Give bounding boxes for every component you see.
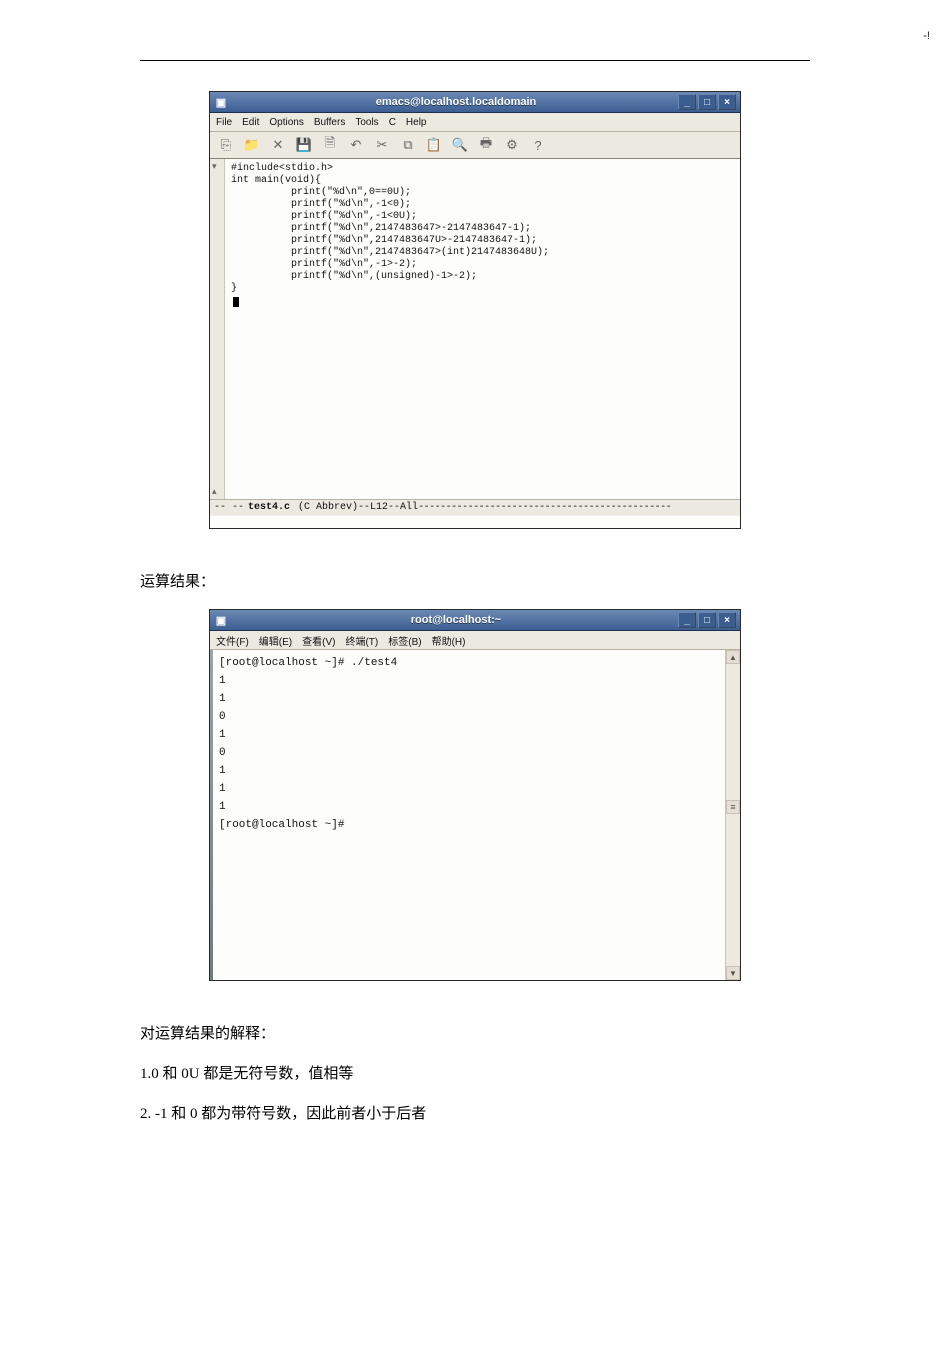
close-button[interactable]: × xyxy=(718,612,736,628)
maximize-button[interactable]: □ xyxy=(698,612,716,628)
floppy-icon[interactable]: 💾 xyxy=(296,137,312,153)
gutter: ▾ ▴ xyxy=(210,159,225,499)
modeline-status: (C Abbrev)--L12--All xyxy=(298,502,418,513)
scroll-thumb[interactable]: ≡ xyxy=(726,800,740,814)
undo-icon[interactable]: ↶ xyxy=(348,137,364,153)
file-open-icon[interactable]: ⎘ xyxy=(218,137,234,153)
terminal-line: 1 xyxy=(219,783,226,795)
menu-terminal[interactable]: 终端(T) xyxy=(345,633,378,648)
code-line: #include<stdio.h> xyxy=(231,163,333,174)
terminal-line: 1 xyxy=(219,765,226,777)
emacs-menubar: File Edit Options Buffers Tools C Help xyxy=(210,113,740,132)
code-buffer[interactable]: #include<stdio.h> int main(void){ print(… xyxy=(225,159,740,499)
close-x-icon[interactable]: ✕ xyxy=(270,137,286,153)
modeline-prefix: -- -- xyxy=(214,502,244,513)
menu-buffers[interactable]: Buffers xyxy=(314,117,346,128)
code-line: printf("%d\n",-1<0); xyxy=(231,199,411,210)
search-icon[interactable]: 🔍 xyxy=(452,137,468,153)
terminal-titlebar[interactable]: ▣ root@localhost:~ _ □ × xyxy=(210,610,740,631)
terminal-scrollbar[interactable]: ▲ ≡ ▼ xyxy=(725,650,740,980)
terminal-menubar: 文件(F) 编辑(E) 查看(V) 终端(T) 标签(B) 帮助(H) xyxy=(210,631,740,650)
code-line: int main(void){ xyxy=(231,175,321,186)
menu-edit[interactable]: Edit xyxy=(242,117,259,128)
emacs-title-text: emacs@localhost.localdomain xyxy=(234,96,678,108)
terminal-line: 1 xyxy=(219,675,226,687)
code-line: printf("%d\n",-1<0U); xyxy=(231,211,417,222)
minimize-button[interactable]: _ xyxy=(678,612,696,628)
menu-c[interactable]: C xyxy=(389,117,396,128)
scroll-down-icon[interactable]: ▼ xyxy=(726,966,740,980)
maximize-button[interactable]: □ xyxy=(698,94,716,110)
code-line: printf("%d\n",2147483647>-2147483647-1); xyxy=(231,223,531,234)
menu-file[interactable]: File xyxy=(216,117,232,128)
menu-tabs[interactable]: 标签(B) xyxy=(388,633,421,648)
terminal-line: 1 xyxy=(219,693,226,705)
code-line: printf("%d\n",2147483647>(int)2147483648… xyxy=(231,247,549,258)
terminal-title-text: root@localhost:~ xyxy=(234,614,678,626)
cursor xyxy=(233,297,239,307)
gutter-top-icon: ▾ xyxy=(212,161,217,172)
emacs-titlebar[interactable]: ▣ emacs@localhost.localdomain _ □ × xyxy=(210,92,740,113)
terminal-line: 0 xyxy=(219,747,226,759)
save-as-icon[interactable]: 🗎 xyxy=(322,137,338,153)
print-icon[interactable]: 🖶 xyxy=(478,137,494,153)
copy-icon[interactable]: ⧉ xyxy=(400,137,416,153)
preferences-icon[interactable]: ⚙ xyxy=(504,137,520,153)
terminal-line: 0 xyxy=(219,711,226,723)
terminal-line: [root@localhost ~]# ./test4 xyxy=(219,657,397,669)
code-line: printf("%d\n",-1>-2); xyxy=(231,259,417,270)
menu-options[interactable]: Options xyxy=(269,117,303,128)
terminal-line: [root@localhost ~]# xyxy=(219,819,344,831)
modeline-dashes: ----------------------------------------… xyxy=(418,502,736,513)
close-button[interactable]: × xyxy=(718,94,736,110)
terminal-app-icon: ▣ xyxy=(214,613,228,627)
terminal-output[interactable]: [root@localhost ~]# ./test4 1 1 0 1 0 1 … xyxy=(213,650,725,980)
code-line: printf("%d\n",2147483647U>-2147483647-1)… xyxy=(231,235,537,246)
folder-icon[interactable]: 📁 xyxy=(244,137,260,153)
menu-file[interactable]: 文件(F) xyxy=(216,633,249,648)
explain-line-2: 2. -1 和 0 都为带符号数，因此前者小于后者 xyxy=(140,1101,810,1127)
terminal-body-wrap: [root@localhost ~]# ./test4 1 1 0 1 0 1 … xyxy=(210,650,740,980)
menu-help[interactable]: 帮助(H) xyxy=(432,633,466,648)
terminal-line: 1 xyxy=(219,801,226,813)
modeline-filename: test4.c xyxy=(248,502,290,513)
modeline: -- -- test4.c (C Abbrev)--L12--All -----… xyxy=(210,499,740,515)
editor-area[interactable]: ▾ ▴ #include<stdio.h> int main(void){ pr… xyxy=(210,159,740,499)
menu-help[interactable]: Help xyxy=(406,117,427,128)
app-icon: ▣ xyxy=(214,95,228,109)
explain-line-1: 1.0 和 0U 都是无符号数，值相等 xyxy=(140,1061,810,1087)
menu-edit[interactable]: 编辑(E) xyxy=(259,633,292,648)
emacs-toolbar: ⎘ 📁 ✕ 💾 🗎 ↶ ✂ ⧉ 📋 🔍 🖶 ⚙ ? xyxy=(210,132,740,159)
terminal-line: 1 xyxy=(219,729,226,741)
paste-icon[interactable]: 📋 xyxy=(426,137,442,153)
cut-icon[interactable]: ✂ xyxy=(374,137,390,153)
code-line: } xyxy=(231,283,237,294)
emacs-window: ▣ emacs@localhost.localdomain _ □ × File… xyxy=(209,91,741,529)
code-line: printf("%d\n",(unsigned)-1>-2); xyxy=(231,271,477,282)
gutter-bottom-icon: ▴ xyxy=(212,486,217,497)
minibuffer[interactable] xyxy=(210,515,740,528)
explain-title: 对运算结果的解释： xyxy=(140,1021,810,1047)
menu-view[interactable]: 查看(V) xyxy=(302,633,335,648)
code-line: print("%d\n",0==0U); xyxy=(231,187,411,198)
minimize-button[interactable]: _ xyxy=(678,94,696,110)
terminal-window: ▣ root@localhost:~ _ □ × 文件(F) 编辑(E) 查看(… xyxy=(209,609,741,981)
top-rule xyxy=(140,60,810,61)
result-heading: 运算结果： xyxy=(140,569,810,595)
help-icon[interactable]: ? xyxy=(530,137,546,153)
page-marker: -! xyxy=(923,30,930,42)
scroll-up-icon[interactable]: ▲ xyxy=(726,650,740,664)
menu-tools[interactable]: Tools xyxy=(355,117,378,128)
